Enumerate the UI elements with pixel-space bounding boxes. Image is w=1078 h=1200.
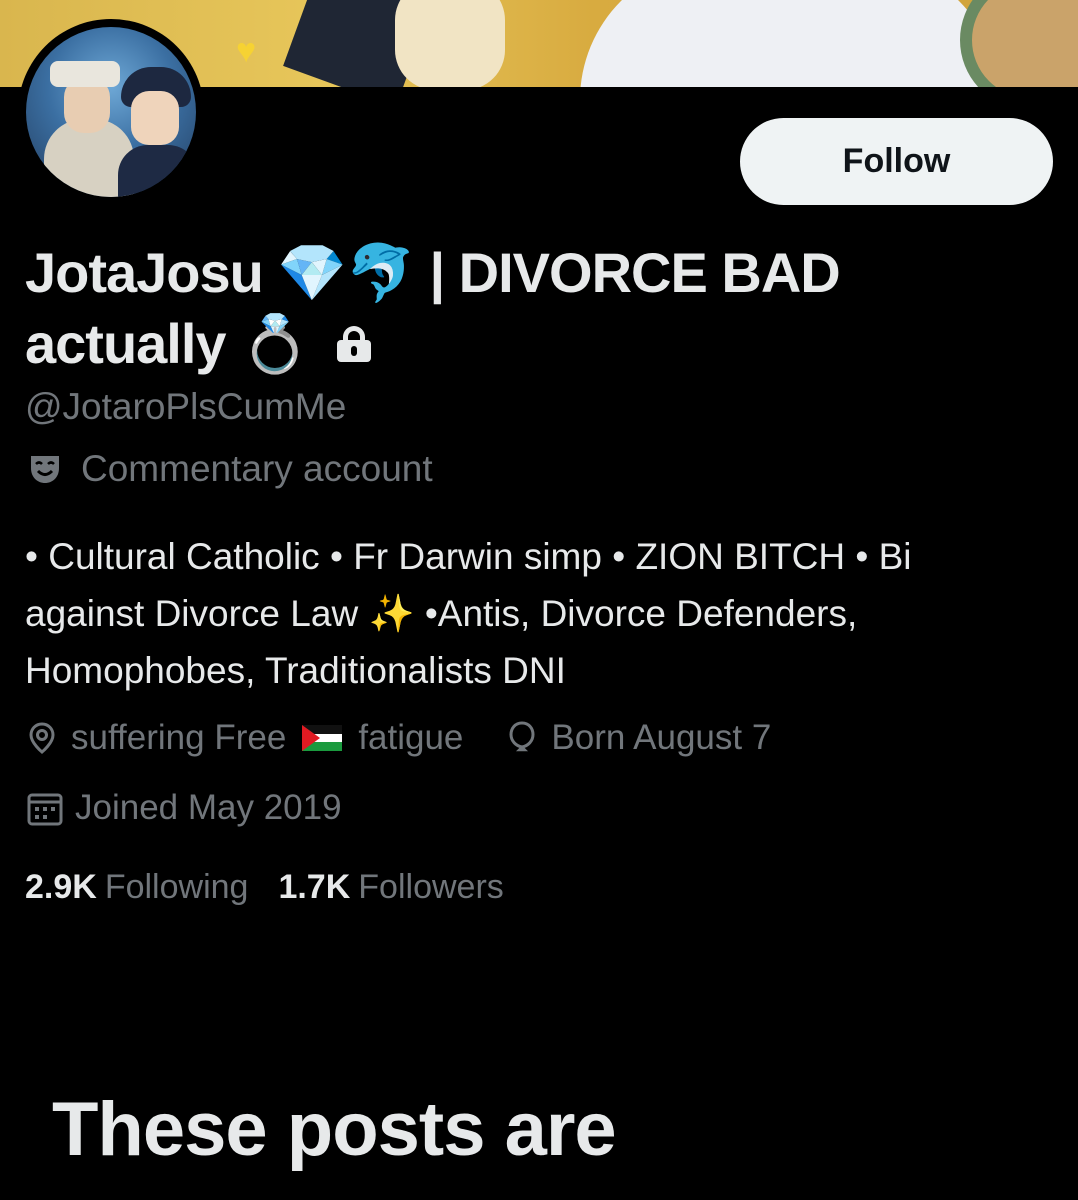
profile-handle: @JotaroPlsCumMe (25, 386, 347, 427)
birthday-item: Born August 7 (505, 718, 771, 758)
palestine-flag-icon (302, 725, 343, 751)
protected-posts-title: These posts are (52, 1087, 617, 1172)
profile-page: ♥ Follow JotaJosu 💎🐬 | DIVORCE BAD actua… (0, 0, 1078, 1200)
followers-label: Followers (358, 868, 504, 906)
display-name: JotaJosu 💎🐬 | DIVORCE BAD actually 💍 (25, 238, 1045, 380)
gem-emoji: 💎 (277, 241, 347, 306)
category-label: Commentary account (81, 448, 433, 489)
balloon-icon (509, 721, 535, 752)
display-name-main: JotaJosu (25, 241, 264, 304)
bio-line2b: •Antis, Divorce Defenders, (424, 593, 858, 634)
profile-meta-row: suffering Free fatigue Born August 7 (25, 718, 771, 758)
location-text-pre: suffering Free (71, 718, 287, 757)
followers-link[interactable]: 1.7K Followers (278, 868, 503, 907)
profile-avatar[interactable] (18, 19, 204, 205)
dolphin-emoji: 🐬 (346, 241, 416, 306)
display-name-rest: | DIVORCE BAD (429, 241, 840, 304)
calendar-icon (27, 793, 63, 826)
bio-line2a: against Divorce Law (25, 593, 359, 634)
profile-bio: • Cultural Catholic • Fr Darwin simp • Z… (25, 528, 1045, 699)
theater-mask-icon (25, 449, 65, 489)
ring-emoji: 💍 (240, 312, 310, 377)
sparkle-emoji: ✨ (368, 592, 415, 635)
profile-stats: 2.9K Following 1.7K Followers (25, 868, 534, 907)
following-count: 2.9K (25, 868, 97, 906)
follow-button[interactable]: Follow (740, 118, 1053, 205)
location-item: suffering Free fatigue (25, 718, 463, 758)
joined-row: Joined May 2019 (25, 788, 342, 828)
following-label: Following (104, 868, 249, 906)
profile-category: Commentary account (25, 448, 433, 490)
bio-line1: • Cultural Catholic • Fr Darwin simp • Z… (25, 536, 912, 577)
following-link[interactable]: 2.9K Following (25, 868, 248, 907)
display-name-line2: actually (25, 312, 227, 375)
location-pin-icon (29, 722, 55, 754)
bio-line3: Homophobes, Traditionalists DNI (25, 650, 566, 691)
location-text-post: fatigue (358, 718, 464, 757)
lock-icon (337, 326, 372, 363)
followers-count: 1.7K (278, 868, 351, 906)
birthday-text: Born August 7 (551, 718, 772, 757)
joined-text: Joined May 2019 (75, 788, 342, 827)
